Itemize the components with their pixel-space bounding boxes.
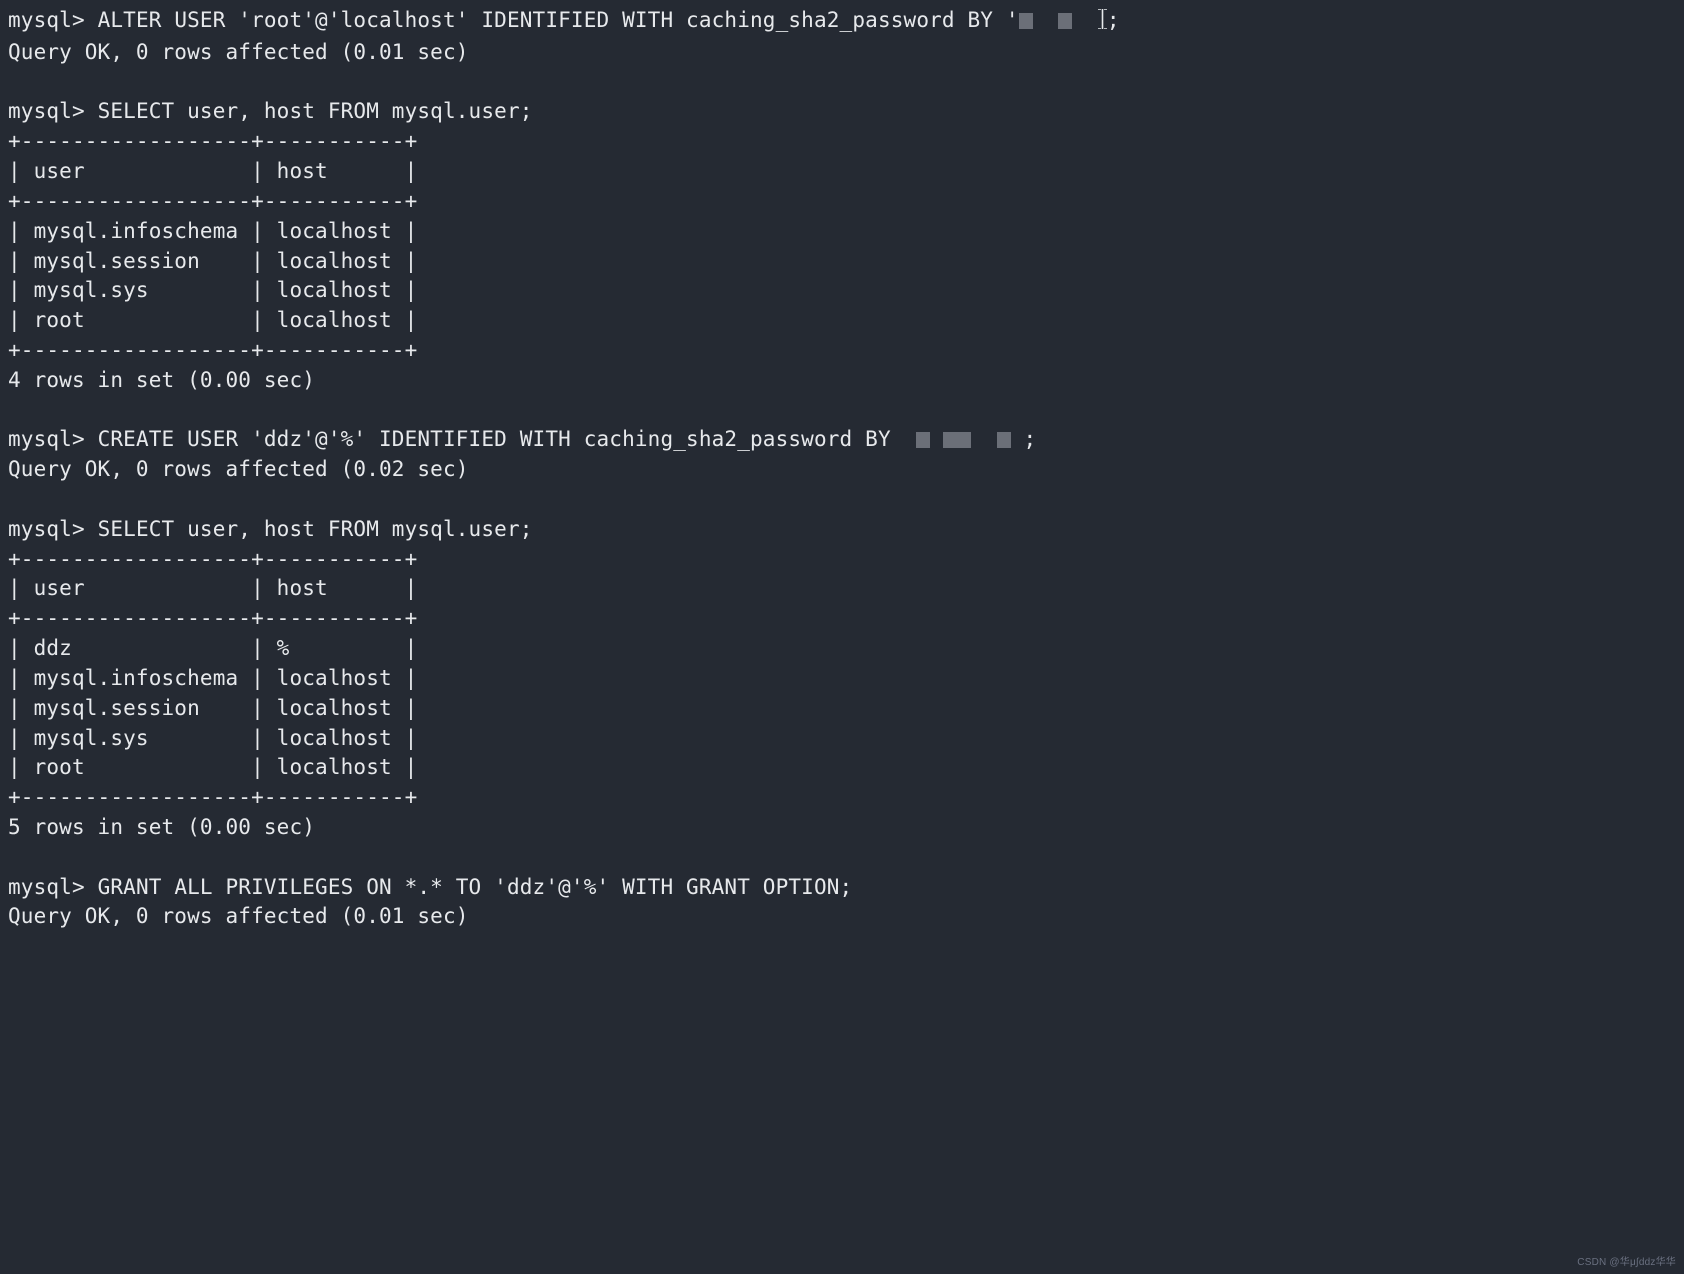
table-border: +------------------+-----------+ bbox=[8, 547, 417, 571]
cmd2-sql: SELECT user, host FROM mysql.user; bbox=[98, 99, 533, 123]
redacted-block bbox=[943, 432, 971, 448]
table-border: +------------------+-----------+ bbox=[8, 189, 417, 213]
cmd3-result: Query OK, 0 rows affected (0.02 sec) bbox=[8, 457, 469, 481]
cmd4-sql: SELECT user, host FROM mysql.user; bbox=[98, 517, 533, 541]
table-border: +------------------+-----------+ bbox=[8, 338, 417, 362]
cmd5-result: Query OK, 0 rows affected (0.01 sec) bbox=[8, 904, 469, 928]
table-row: | mysql.infoschema | localhost | bbox=[8, 666, 417, 690]
cmd1-post: ; bbox=[1107, 8, 1120, 32]
cmd1-result: Query OK, 0 rows affected (0.01 sec) bbox=[8, 40, 469, 64]
table-row: | mysql.session | localhost | bbox=[8, 249, 417, 273]
prompt: mysql> bbox=[8, 8, 98, 32]
redacted-block bbox=[1019, 13, 1033, 29]
redacted-block bbox=[1058, 13, 1072, 29]
table-row: | mysql.sys | localhost | bbox=[8, 278, 417, 302]
prompt: mysql> bbox=[8, 875, 98, 899]
terminal-output[interactable]: mysql> ALTER USER 'root'@'localhost' IDE… bbox=[0, 0, 1684, 932]
table-border: +------------------+-----------+ bbox=[8, 129, 417, 153]
cmd3-post: ; bbox=[1011, 427, 1037, 451]
table-border: +------------------+-----------+ bbox=[8, 785, 417, 809]
table-row: | ddz | % | bbox=[8, 636, 417, 660]
redacted-block bbox=[916, 432, 930, 448]
watermark: CSDN @华μ∫ddz华华 bbox=[1577, 1256, 1676, 1270]
table-row: | root | localhost | bbox=[8, 308, 417, 332]
table-header: | user | host | bbox=[8, 576, 417, 600]
prompt: mysql> bbox=[8, 99, 98, 123]
table-row: | mysql.session | localhost | bbox=[8, 696, 417, 720]
table-border: +------------------+-----------+ bbox=[8, 606, 417, 630]
table-row: | root | localhost | bbox=[8, 755, 417, 779]
cmd5-sql: GRANT ALL PRIVILEGES ON *.* TO 'ddz'@'%'… bbox=[98, 875, 853, 899]
table-summary: 5 rows in set (0.00 sec) bbox=[8, 815, 315, 839]
text-cursor-icon bbox=[1098, 8, 1107, 38]
cmd1-pre: ALTER USER 'root'@'localhost' IDENTIFIED… bbox=[98, 8, 1019, 32]
prompt: mysql> bbox=[8, 517, 98, 541]
table-summary: 4 rows in set (0.00 sec) bbox=[8, 368, 315, 392]
prompt: mysql> bbox=[8, 427, 98, 451]
cmd3-pre: CREATE USER 'ddz'@'%' IDENTIFIED WITH ca… bbox=[98, 427, 904, 451]
redacted-block bbox=[997, 432, 1011, 448]
table-row: | mysql.infoschema | localhost | bbox=[8, 219, 417, 243]
table-header: | user | host | bbox=[8, 159, 417, 183]
table-row: | mysql.sys | localhost | bbox=[8, 726, 417, 750]
